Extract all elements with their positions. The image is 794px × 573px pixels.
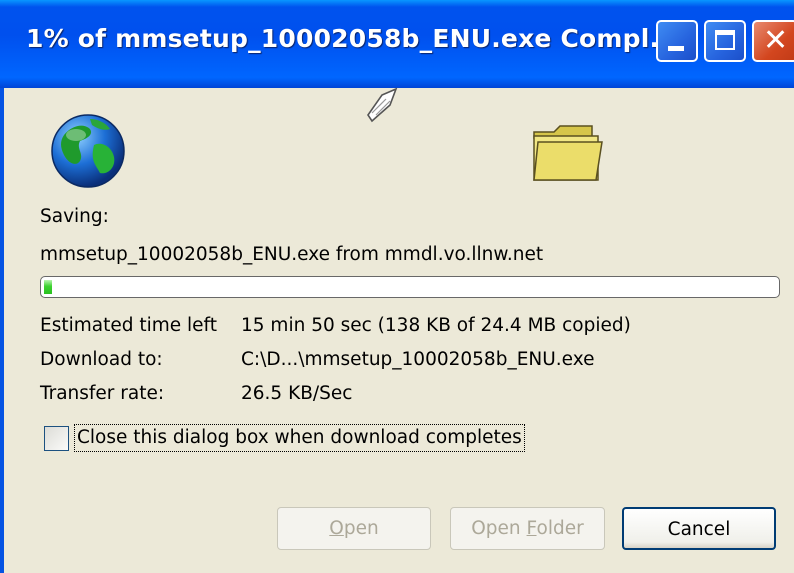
minimize-icon	[668, 46, 684, 51]
maximize-icon	[715, 30, 735, 50]
minimize-button[interactable]	[656, 20, 698, 62]
open-folder-label-rest: older	[536, 518, 584, 539]
window-title: 1% of mmsetup_10002058b_ENU.exe Compl...	[26, 24, 679, 53]
title-bar[interactable]: 1% of mmsetup_10002058b_ENU.exe Compl...…	[0, 0, 794, 88]
open-folder-label-prefix: Open	[471, 518, 527, 539]
download-dialog: 1% of mmsetup_10002058b_ENU.exe Compl...…	[0, 0, 794, 573]
transfer-rate-label: Transfer rate:	[40, 383, 165, 404]
saving-detail: mmsetup_10002058b_ENU.exe from mmdl.vo.l…	[40, 244, 544, 265]
time-left-value: 15 min 50 sec (138 KB of 24.4 MB copied)	[241, 315, 631, 336]
saving-label: Saving:	[40, 206, 109, 227]
globe-icon	[51, 114, 125, 188]
close-when-done-label[interactable]: Close this dialog box when download comp…	[74, 424, 525, 452]
download-to-value: C:\D...\mmsetup_10002058b_ENU.exe	[241, 349, 595, 370]
open-button[interactable]: Open	[277, 507, 431, 550]
open-folder-button[interactable]: Open Folder	[450, 507, 605, 550]
time-left-label: Estimated time left	[40, 315, 217, 336]
close-when-done-checkbox[interactable]	[44, 426, 69, 451]
open-folder-accesskey: F	[526, 518, 537, 539]
transfer-rate-value: 26.5 KB/Sec	[241, 383, 353, 404]
open-button-label: pen	[343, 518, 379, 539]
maximize-button[interactable]	[704, 20, 746, 62]
paper-icon	[367, 87, 398, 123]
download-progress-bar	[40, 276, 780, 298]
open-button-accesskey: O	[329, 518, 344, 539]
close-icon: ✕	[763, 23, 789, 58]
cancel-button[interactable]: Cancel	[622, 507, 776, 550]
progress-fill	[44, 280, 52, 294]
close-button[interactable]: ✕	[752, 20, 794, 62]
window-frame-left	[0, 88, 4, 573]
folder-icon	[533, 125, 603, 181]
download-to-label: Download to:	[40, 349, 163, 370]
